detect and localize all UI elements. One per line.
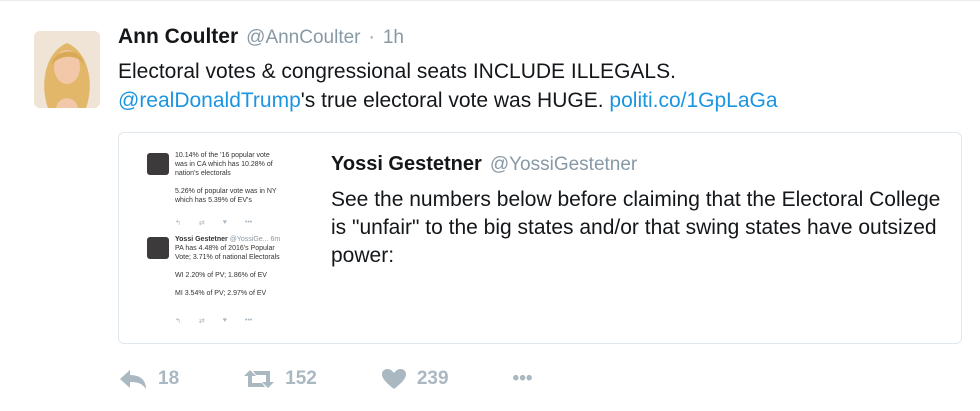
quoted-text: See the numbers below before claiming th…: [331, 188, 941, 267]
header-separator: ·: [368, 27, 375, 48]
more-icon: •••: [244, 317, 253, 324]
retweet-icon: ⇄: [198, 318, 205, 325]
media-tweet-1-text: 10.14% of the '16 popular vote was in CA…: [175, 151, 325, 205]
quoted-media-image[interactable]: 10.14% of the '16 popular vote was in CA…: [145, 147, 325, 329]
retweet-button[interactable]: 152: [243, 368, 317, 390]
quoted-tweet[interactable]: 10.14% of the '16 popular vote was in CA…: [118, 132, 962, 344]
media-line: which has 5.39% of EV's: [175, 197, 252, 204]
reply-button[interactable]: 18: [118, 368, 179, 390]
media-line: was in CA which has 10.28% of: [175, 161, 273, 168]
media-line: 5.26% of popular vote was in NY: [175, 188, 277, 195]
tweet-text: Electoral votes & congressional seats IN…: [118, 57, 958, 115]
media-line: nation's electorals: [175, 170, 231, 177]
more-button[interactable]: •••: [513, 368, 533, 390]
retweet-icon: ⇄: [198, 220, 205, 227]
author-handle[interactable]: @AnnCoulter: [246, 27, 360, 49]
more-icon: •••: [512, 368, 533, 389]
media-line-spacer: [175, 178, 325, 187]
tweet-header: Ann Coulter @AnnCoulter · 1h: [118, 25, 404, 53]
tweet-text-line-2: @realDonaldTrump's true electoral vote w…: [118, 86, 958, 115]
quoted-header: Yossi Gestetner @YossiGestetner: [331, 153, 637, 176]
reply-icon: [118, 368, 148, 390]
like-icon: ♥: [222, 219, 227, 226]
tweet-actions: 18 152 239 •••: [118, 362, 597, 396]
media-avatar: [147, 237, 169, 259]
reply-count: 18: [158, 368, 180, 389]
media-line: MI 3.54% of PV; 2.97% of EV: [175, 290, 267, 297]
heart-icon: [381, 368, 407, 390]
author-name[interactable]: Ann Coulter: [118, 25, 238, 49]
media-line: WI 2.20% of PV; 1.86% of EV: [175, 272, 267, 279]
tweet-text-rest: 's true electoral vote was HUGE.: [300, 89, 604, 112]
reply-icon: ↰: [175, 318, 181, 325]
media-actions-2: ↰ ⇄ ♥ •••: [175, 317, 305, 325]
more-icon: •••: [244, 219, 253, 226]
avatar[interactable]: [34, 31, 100, 108]
like-icon: ♥: [222, 317, 227, 324]
quoted-author-name[interactable]: Yossi Gestetner: [331, 153, 482, 176]
retweet-icon: [243, 368, 275, 390]
tweet-text-line-1: Electoral votes & congressional seats IN…: [118, 60, 676, 83]
like-button[interactable]: 239: [381, 368, 449, 390]
tweet-timestamp[interactable]: 1h: [383, 27, 404, 49]
retweet-count: 152: [285, 368, 317, 389]
media-line: 10.14% of the '16 popular vote: [175, 152, 270, 159]
tweet-card: Ann Coulter @AnnCoulter · 1h Electoral v…: [0, 0, 980, 411]
reply-icon: ↰: [175, 220, 181, 227]
media-actions-1: ↰ ⇄ ♥ •••: [175, 219, 305, 227]
media-tweet-2-text: Yossi Gestetner @YossiGe... 6m PA has 4.…: [175, 235, 325, 298]
media-line-spacer: [175, 280, 325, 289]
media-line: PA has 4.48% of 2016's Popular: [175, 245, 275, 252]
url-link[interactable]: politi.co/1GpLaGa: [609, 89, 777, 112]
mention-link[interactable]: @realDonaldTrump: [118, 89, 301, 112]
media-line: Vote; 3.71% of national Electorals: [175, 254, 280, 261]
media-avatar: [147, 153, 169, 175]
media-line-spacer: [175, 262, 325, 271]
media-tweet-2-header: Yossi Gestetner @YossiGe... 6m: [175, 236, 281, 243]
quoted-author-handle[interactable]: @YossiGestetner: [490, 154, 637, 176]
like-count: 239: [416, 368, 449, 389]
